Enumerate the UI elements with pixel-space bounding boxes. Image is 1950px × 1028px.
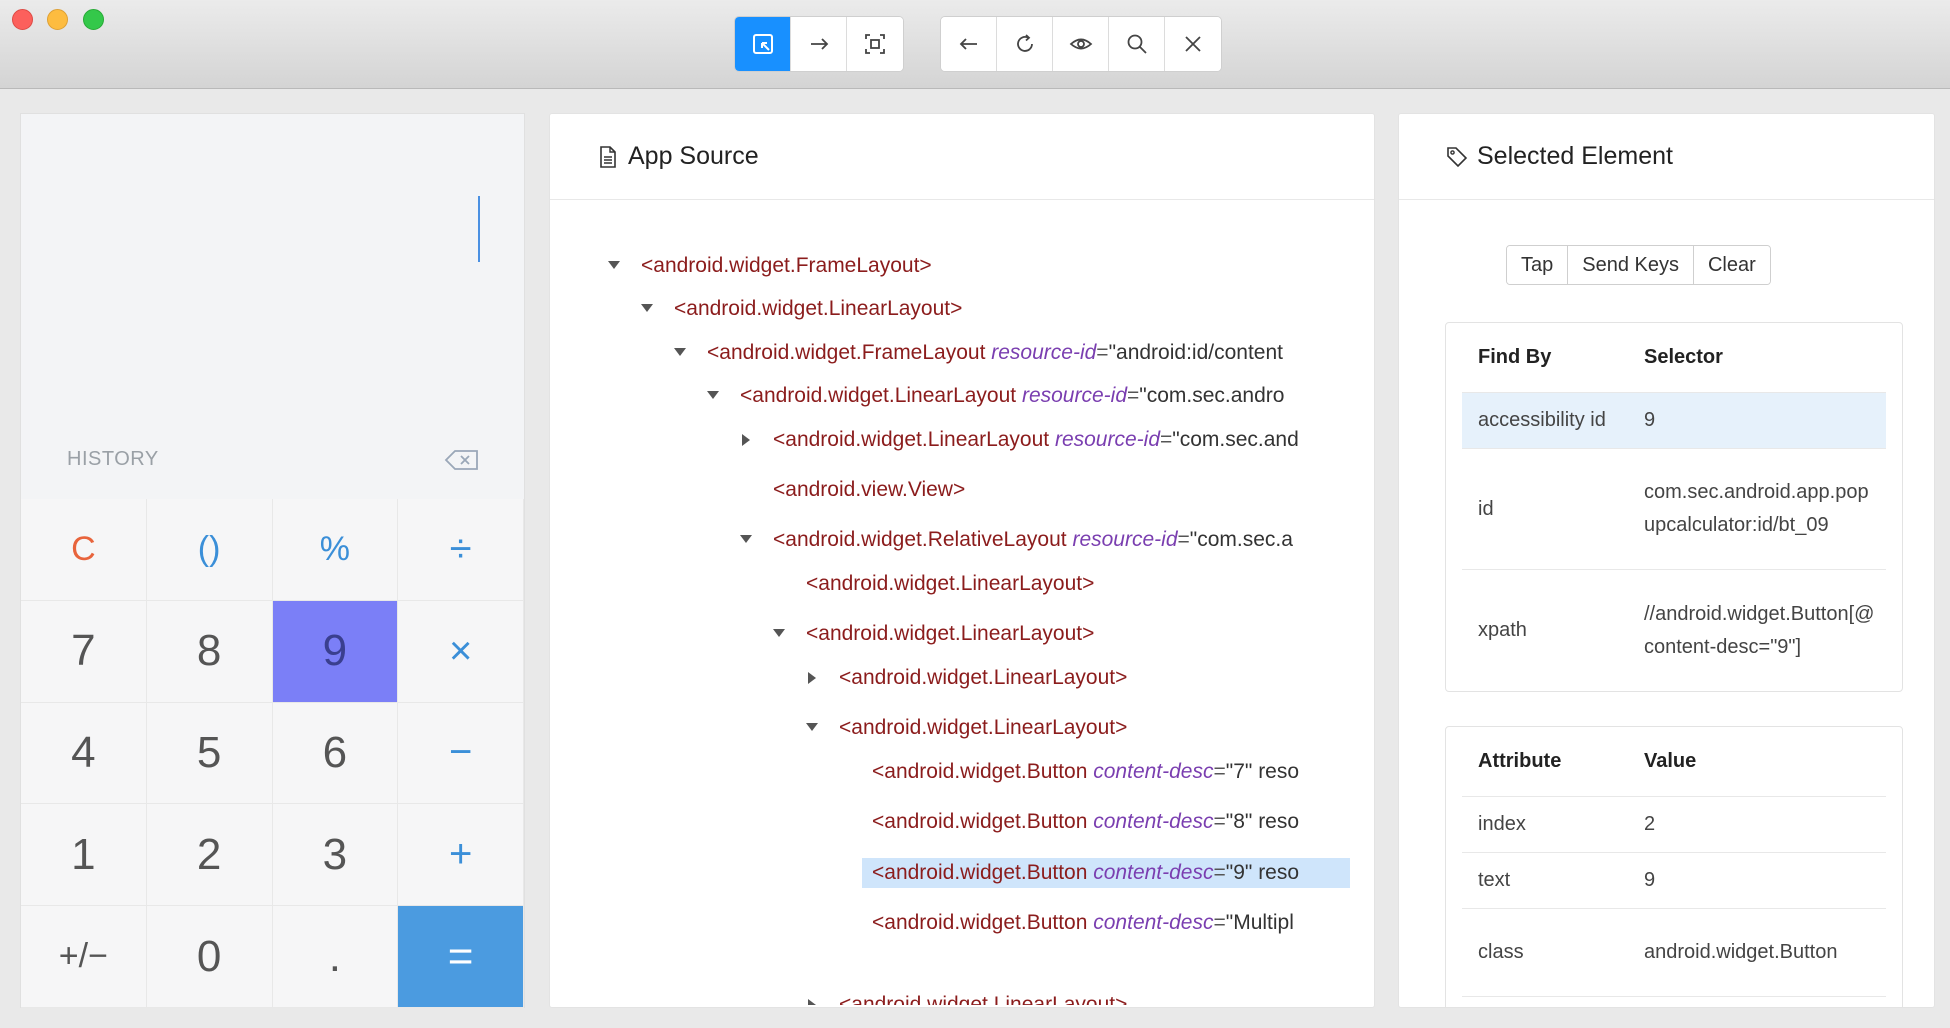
- find-by-header: Find By Selector: [1462, 323, 1886, 393]
- attribute-row: index 2: [1462, 797, 1886, 853]
- key-6[interactable]: 6: [272, 702, 399, 805]
- clear-button[interactable]: Clear: [1693, 246, 1770, 284]
- collapse-arrow-icon[interactable]: [707, 391, 719, 399]
- selected-element-header: Selected Element: [1399, 114, 1934, 200]
- expand-arrow-icon[interactable]: [808, 672, 816, 684]
- history-button[interactable]: HISTORY: [67, 448, 159, 471]
- close-icon: [1185, 36, 1201, 52]
- text-cursor: [478, 196, 480, 262]
- selected-element-title: Selected Element: [1477, 142, 1673, 170]
- key-0[interactable]: 0: [146, 906, 273, 1008]
- app-source-title: App Source: [628, 142, 759, 170]
- key-decimal[interactable]: .: [272, 906, 399, 1008]
- find-by-row[interactable]: xpath //android.widget.Button[@content-d…: [1462, 570, 1886, 691]
- send-keys-button[interactable]: Send Keys: [1568, 246, 1694, 284]
- show-hide-button[interactable]: [1053, 17, 1109, 71]
- key-3[interactable]: 3: [272, 804, 399, 907]
- find-by-row[interactable]: accessibility id 9: [1462, 393, 1886, 449]
- attributes-header: Attribute Value: [1462, 727, 1886, 797]
- tree-node[interactable]: <android.widget.Button content-desc="7" …: [872, 757, 1299, 787]
- find-by-row[interactable]: id com.sec.android.app.popupcalculator:i…: [1462, 449, 1886, 570]
- select-element-button[interactable]: [735, 17, 791, 71]
- search-button[interactable]: [1109, 17, 1165, 71]
- navigation-group: [940, 16, 1222, 72]
- device-screenshot: HISTORY C () % ÷ 7 8 9 × 4 5 6 − 1 2 3 +…: [20, 113, 525, 1008]
- key-1[interactable]: 1: [21, 804, 147, 907]
- selected-element-panel: Selected Element Tap Send Keys Clear Fin…: [1398, 113, 1935, 1008]
- search-icon: [1127, 34, 1147, 54]
- find-by-table: Find By Selector accessibility id 9 id c…: [1445, 322, 1903, 692]
- select-element-icon: [752, 34, 773, 54]
- interaction-mode-group: [734, 16, 904, 72]
- key-9[interactable]: 9: [272, 600, 399, 703]
- expand-arrow-icon[interactable]: [742, 434, 750, 446]
- attribute-row: text 9: [1462, 853, 1886, 909]
- close-window-button[interactable]: [12, 9, 33, 30]
- refresh-icon: [1016, 34, 1033, 52]
- expand-arrow-icon[interactable]: [808, 999, 816, 1005]
- zoom-window-button[interactable]: [83, 9, 104, 30]
- tap-by-coordinates-icon: [865, 34, 885, 54]
- swipe-arrow-icon: [810, 38, 828, 50]
- tree-node[interactable]: <android.widget.Button content-desc="Mul…: [872, 908, 1294, 938]
- collapse-arrow-icon[interactable]: [740, 535, 752, 543]
- key-clear[interactable]: C: [21, 499, 147, 601]
- key-8[interactable]: 8: [146, 600, 273, 703]
- collapse-arrow-icon[interactable]: [674, 348, 686, 356]
- tag-icon: [1447, 146, 1468, 167]
- eye-icon: [1069, 38, 1092, 50]
- key-divide[interactable]: ÷: [398, 499, 524, 601]
- tree-node[interactable]: <android.widget.LinearLayout>: [806, 569, 1094, 599]
- tap-button[interactable]: Tap: [1507, 246, 1569, 284]
- back-arrow-icon: [959, 38, 977, 50]
- key-4[interactable]: 4: [21, 702, 147, 805]
- element-actions: Tap Send Keys Clear: [1506, 245, 1771, 285]
- quit-session-button[interactable]: [1165, 17, 1221, 71]
- window-toolbar: [0, 0, 1950, 89]
- key-5[interactable]: 5: [146, 702, 273, 805]
- tree-node-selected[interactable]: <android.widget.Button content-desc="9" …: [862, 858, 1350, 888]
- app-source-panel: App Source <android.widget.FrameLayout> …: [549, 113, 1375, 1008]
- source-tree: <android.widget.FrameLayout> <android.wi…: [550, 200, 1350, 1005]
- calculator-keypad: C () % ÷ 7 8 9 × 4 5 6 − 1 2 3 + +/− 0 .…: [21, 499, 524, 1008]
- key-7[interactable]: 7: [21, 600, 147, 703]
- key-parentheses[interactable]: (): [146, 499, 273, 601]
- attribute-row: class android.widget.Button: [1462, 909, 1886, 997]
- file-icon: [600, 145, 616, 168]
- collapse-arrow-icon[interactable]: [806, 723, 818, 731]
- key-plus-minus[interactable]: +/−: [21, 906, 147, 1008]
- key-2[interactable]: 2: [146, 804, 273, 907]
- attributes-table: Attribute Value index 2 text 9 class and…: [1445, 726, 1903, 1007]
- key-plus[interactable]: +: [398, 804, 524, 907]
- tap-by-coordinates-button[interactable]: [847, 17, 903, 71]
- calculator-display[interactable]: HISTORY: [21, 114, 524, 499]
- swipe-button[interactable]: [791, 17, 847, 71]
- key-percent[interactable]: %: [272, 499, 399, 601]
- backspace-icon[interactable]: [443, 448, 481, 472]
- back-button[interactable]: [941, 17, 997, 71]
- collapse-arrow-icon[interactable]: [608, 261, 620, 269]
- key-multiply[interactable]: ×: [398, 600, 524, 703]
- tree-node[interactable]: <android.view.View>: [773, 475, 965, 505]
- refresh-button[interactable]: [997, 17, 1053, 71]
- tree-node[interactable]: <android.widget.Button content-desc="8" …: [872, 807, 1299, 837]
- key-equals[interactable]: =: [398, 906, 524, 1008]
- app-source-header: App Source: [550, 114, 1374, 200]
- collapse-arrow-icon[interactable]: [641, 304, 653, 312]
- collapse-arrow-icon[interactable]: [773, 629, 785, 637]
- key-minus[interactable]: −: [398, 702, 524, 805]
- minimize-window-button[interactable]: [47, 9, 68, 30]
